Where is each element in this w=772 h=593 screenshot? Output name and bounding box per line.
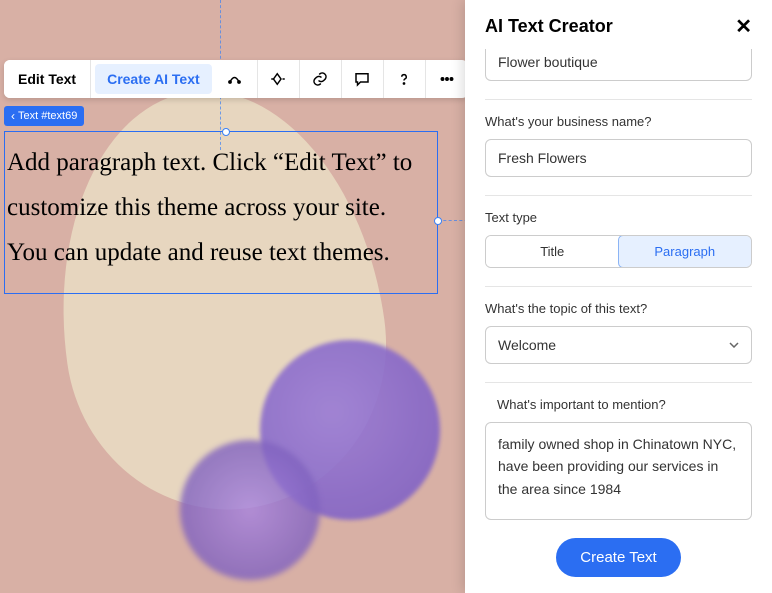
help-icon[interactable]: [384, 60, 426, 98]
comment-icon[interactable]: [342, 60, 384, 98]
selected-text-element[interactable]: Add paragraph text. Click “Edit Text” to…: [4, 131, 438, 294]
topic-label: What's the topic of this text?: [485, 301, 752, 316]
seo-icon[interactable]: [258, 60, 300, 98]
text-type-field: Text type Title Paragraph: [485, 210, 752, 287]
edit-text-button[interactable]: Edit Text: [4, 60, 91, 98]
ai-text-creator-panel: AI Text Creator ✕ What's your business n…: [465, 0, 772, 593]
important-field: What's important to mention?: [485, 397, 752, 524]
topic-select[interactable]: Welcome: [485, 326, 752, 364]
text-toolbar: Edit Text Create AI Text: [4, 60, 468, 98]
background-flower-2: [180, 440, 320, 580]
business-type-input[interactable]: [485, 49, 752, 81]
create-text-button[interactable]: Create Text: [556, 538, 680, 577]
business-name-label: What's your business name?: [485, 114, 752, 129]
element-badge-label: Text #text69: [18, 110, 77, 122]
important-label: What's important to mention?: [497, 397, 752, 412]
text-type-title[interactable]: Title: [486, 236, 619, 267]
topic-field: What's the topic of this text? Welcome: [485, 301, 752, 383]
text-type-label: Text type: [485, 210, 752, 225]
business-type-field: [485, 49, 752, 100]
panel-title: AI Text Creator: [485, 16, 613, 37]
text-type-paragraph[interactable]: Paragraph: [618, 235, 753, 268]
more-icon[interactable]: [426, 60, 468, 98]
element-badge[interactable]: Text #text69: [4, 106, 84, 126]
create-ai-text-button[interactable]: Create AI Text: [95, 64, 212, 94]
close-icon[interactable]: ✕: [735, 17, 752, 37]
resize-handle-top[interactable]: [222, 128, 230, 136]
text-type-segmented: Title Paragraph: [485, 235, 752, 268]
business-name-input[interactable]: [485, 139, 752, 177]
resize-handle-right[interactable]: [434, 217, 442, 225]
animation-icon[interactable]: [216, 60, 258, 98]
paragraph-text: Add paragraph text. Click “Edit Text” to…: [7, 149, 412, 266]
link-icon[interactable]: [300, 60, 342, 98]
important-textarea[interactable]: [485, 422, 752, 520]
business-name-field: What's your business name?: [485, 114, 752, 196]
